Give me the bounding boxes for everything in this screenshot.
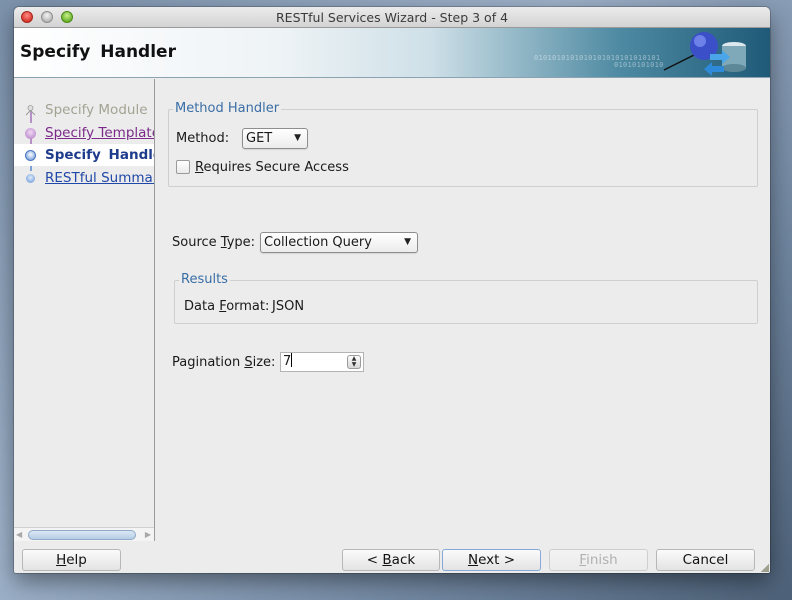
pagination-size-value: 7 [283,354,292,369]
method-select[interactable]: GET ▼ [242,128,308,149]
results-legend: Results [179,272,230,287]
zoom-window-button[interactable] [61,11,73,23]
cancel-button[interactable]: Cancel [656,549,755,571]
step-label[interactable]: RESTful Summary [45,170,154,186]
requires-secure-access-checkbox[interactable] [176,160,190,174]
chevron-down-icon: ▼ [404,237,411,247]
source-type-label: Source Type: [172,235,256,250]
finish-button[interactable]: Finish [549,549,648,571]
data-format-value: JSON [272,299,305,314]
help-button[interactable]: Help [22,549,121,571]
step-restful-summary[interactable]: RESTful Summary [14,167,154,189]
source-type-selected-value: Collection Query [264,235,372,250]
method-selected-value: GET [246,131,273,146]
resize-grip-icon[interactable] [761,564,769,572]
step-label: Specify Module [45,102,148,118]
data-format-label: Data Format: [184,299,270,314]
step-current-icon [25,150,36,161]
back-button[interactable]: < Back [342,549,440,571]
step-visited-icon [25,128,36,139]
step-completed-icon [25,105,36,116]
step-label: Specify Handler [45,147,154,163]
step-specify-module: Specify Module [14,99,154,121]
minimize-window-button[interactable] [41,11,53,23]
page-title: Specify Handler [20,42,176,62]
step-label[interactable]: Specify Template [45,125,154,141]
wizard-header: Specify Handler 010101010101010101010101… [14,28,770,78]
wizard-steps-panel: Specify Module Specify Template Specify … [14,79,155,541]
header-binary-decoration-2: 01010101010 [614,61,664,69]
window-title: RESTful Services Wizard - Step 3 of 4 [275,10,509,25]
next-button[interactable]: Next > [442,549,541,571]
chevron-down-icon: ▼ [294,133,301,143]
pagination-size-input[interactable]: 7 ▲ ▼ [280,352,364,372]
wizard-window: RESTful Services Wizard - Step 3 of 4 Sp… [14,7,770,573]
step-pending-icon [26,174,35,183]
handler-form: Method Handler Method: GET ▼ Requires Se… [156,79,770,541]
method-label: Method: [176,131,230,146]
source-type-select[interactable]: Collection Query ▼ [260,232,418,253]
pagination-size-label: Pagination Size: [172,355,276,370]
method-handler-legend: Method Handler [173,101,282,116]
text-cursor [291,353,293,367]
scroll-right-icon[interactable]: ▶ [145,530,151,539]
title-bar: RESTful Services Wizard - Step 3 of 4 [14,7,770,28]
scrollbar-thumb[interactable] [28,530,136,540]
close-window-button[interactable] [21,11,33,23]
scroll-left-icon[interactable]: ◀ [16,530,22,539]
step-specify-template[interactable]: Specify Template [14,122,154,144]
step-specify-handler: Specify Handler [14,144,154,166]
steps-horizontal-scrollbar[interactable]: ◀ ▶ [14,527,154,541]
rest-services-logo-icon [663,32,746,76]
requires-secure-access-label[interactable]: Requires Secure Access [195,160,349,175]
pagination-size-stepper[interactable]: ▲ ▼ [347,355,361,369]
